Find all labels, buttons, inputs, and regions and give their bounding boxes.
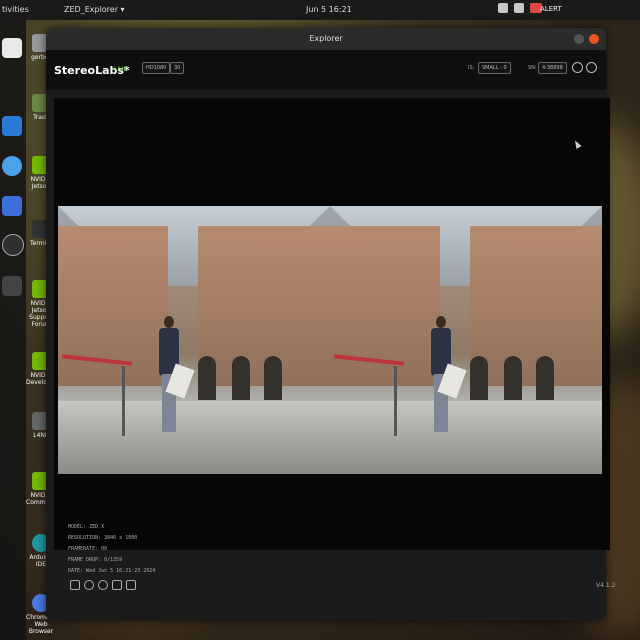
barrier-post [394, 366, 397, 436]
obs-icon[interactable] [2, 234, 24, 256]
bottom-toolbar: V4.1.2 [64, 576, 615, 596]
files-icon[interactable] [2, 38, 22, 58]
chromium-icon[interactable] [2, 156, 22, 176]
framerate-info: FRAMERATE: 00 [68, 546, 108, 552]
resolution-info: RESOLUTION: 3840 x 1080 [68, 535, 138, 541]
jetson-icon[interactable] [2, 196, 22, 216]
person [428, 316, 467, 436]
version-label: V4.1.2 [596, 582, 616, 589]
top-panel: tivities ZED_Explorer ▾ Jun 5 16:21 ALER… [0, 0, 640, 20]
toolbar: StereoLabs* LIVE HD1080 30 IS: SMALL - 0… [46, 50, 606, 90]
clock[interactable]: Jun 5 16:21 [306, 5, 352, 14]
camera-info: MODEL: ZED X RESOLUTION: 3840 x 1080 FRA… [68, 522, 155, 577]
archway [198, 356, 216, 400]
floor [330, 401, 602, 474]
model-info: MODEL: ZED X [68, 524, 105, 530]
serial-number: 4:38898 [538, 62, 567, 74]
frame-drop-info: FRAME DROP: 0/1359 [68, 557, 123, 563]
activities-button[interactable]: tivities [2, 5, 29, 14]
tray-icon[interactable] [498, 3, 508, 13]
archway [232, 356, 250, 400]
app-menu[interactable]: ZED_Explorer ▾ [64, 5, 125, 14]
resolution-select[interactable]: HD1080 [142, 62, 171, 74]
dock [0, 20, 26, 640]
stereo-image [58, 206, 602, 474]
record-icon[interactable] [98, 580, 108, 590]
iso-label: IS: [468, 65, 475, 71]
window-title: Explorer [309, 34, 343, 43]
vscode-icon[interactable] [2, 116, 22, 136]
folder-icon[interactable] [70, 580, 80, 590]
sn-label: SN: [528, 65, 537, 71]
archway [536, 356, 554, 400]
mouse-cursor-icon [572, 139, 582, 149]
barrier-post [122, 366, 125, 436]
fps-select[interactable]: 30 [170, 62, 185, 74]
archway [470, 356, 488, 400]
terminal-icon[interactable] [2, 276, 22, 296]
right-camera-view [330, 206, 602, 474]
tray-icon[interactable] [514, 3, 524, 13]
camera-icon[interactable] [126, 580, 136, 590]
floor [58, 401, 330, 474]
archway [264, 356, 282, 400]
video-viewer[interactable] [54, 98, 610, 550]
left-camera-view [58, 206, 330, 474]
refresh-icon[interactable] [572, 62, 583, 73]
archway [504, 356, 522, 400]
desktop: tivities ZED_Explorer ▾ Jun 5 16:21 ALER… [0, 0, 640, 640]
close-button[interactable] [589, 34, 599, 44]
svo-icon[interactable] [112, 580, 122, 590]
wifi-icon[interactable] [84, 580, 94, 590]
settings-icon[interactable] [586, 62, 597, 73]
explorer-window: Explorer StereoLabs* LIVE HD1080 30 IS: … [46, 28, 615, 620]
battery-status[interactable]: ALERT [540, 5, 562, 13]
minimize-button[interactable] [574, 34, 584, 44]
system-tray [498, 3, 542, 13]
title-bar[interactable]: Explorer [46, 28, 606, 50]
live-indicator: LIVE [114, 66, 128, 73]
person [156, 316, 195, 436]
iso-select[interactable]: SMALL - 0 [478, 62, 511, 74]
